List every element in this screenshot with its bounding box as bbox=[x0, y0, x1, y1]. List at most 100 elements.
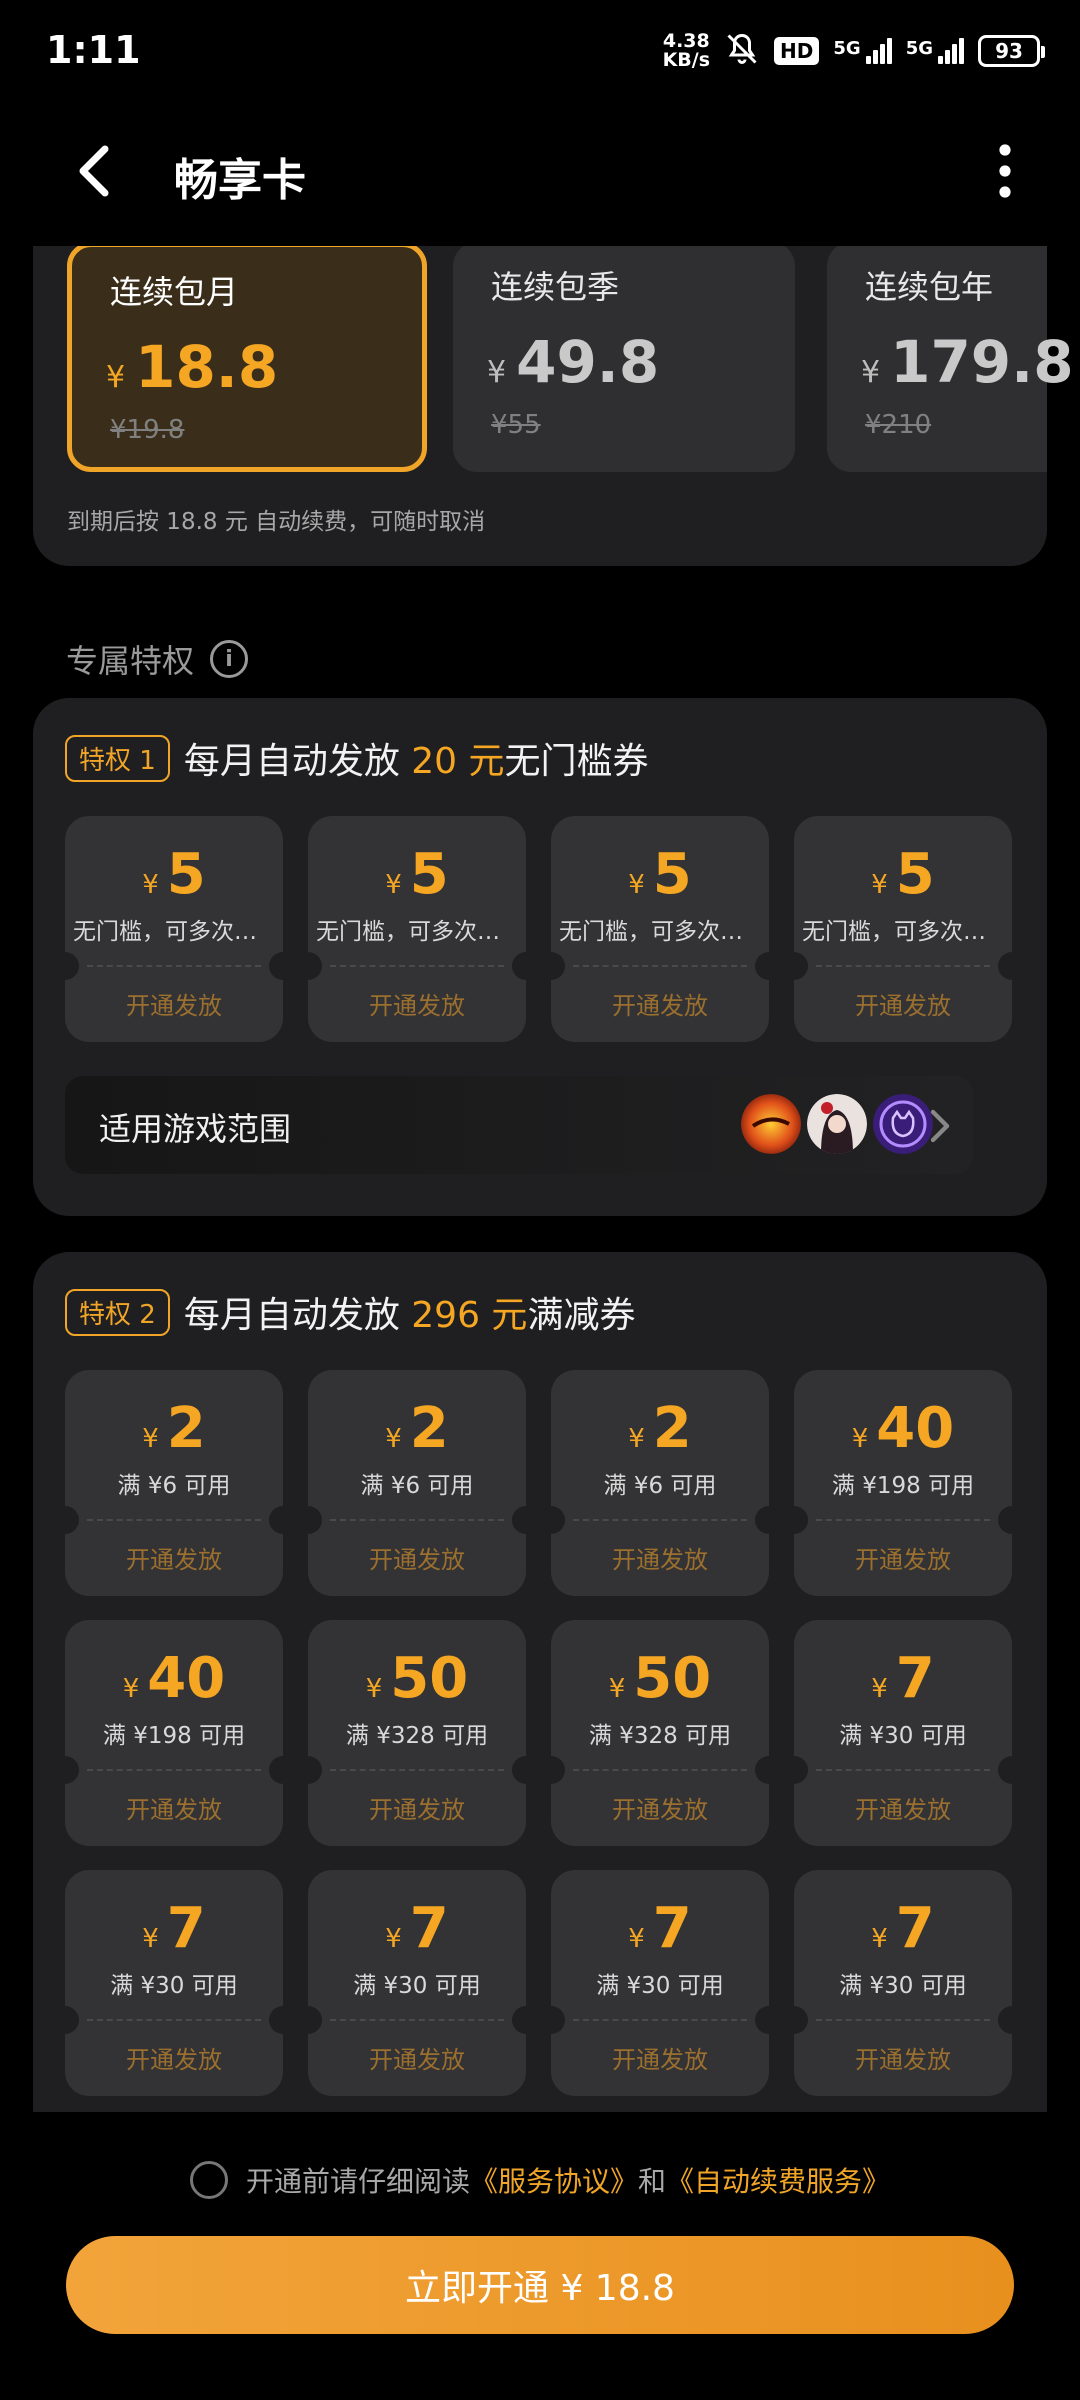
privilege-badge: 特权 2 bbox=[65, 1288, 170, 1336]
coupon-card[interactable]: ¥7 满 ¥30 可用 开通发放 bbox=[65, 1870, 283, 2096]
applicable-games-label: 适用游戏范围 bbox=[99, 1110, 292, 1148]
coupon-description: 满 ¥30 可用 bbox=[110, 1973, 238, 1999]
more-vertical-icon bbox=[999, 144, 1011, 198]
screen: 1:11 4.38 KB/s HD 5G 5G 93 畅享卡 连续包月 ¥ 18… bbox=[0, 0, 1080, 2400]
agreement-text: 开通前请仔细阅读《服务协议》和《自动续费服务》 bbox=[246, 2165, 891, 2198]
coupon-description: 满 ¥30 可用 bbox=[839, 1973, 967, 1999]
privilege-card-2: 特权 2 每月自动发放 296 元满减券 ¥2 满 ¥6 可用 开通发放 ¥2 … bbox=[33, 1252, 1047, 2112]
coupon-card[interactable]: ¥2 满 ¥6 可用 开通发放 bbox=[65, 1370, 283, 1596]
coupon-card[interactable]: ¥50 满 ¥328 可用 开通发放 bbox=[551, 1620, 769, 1846]
plan-price: ¥ 18.8 bbox=[106, 333, 279, 401]
signal-icon: 5G bbox=[833, 38, 892, 64]
app-header: 畅享卡 bbox=[0, 120, 1080, 220]
chevron-left-icon bbox=[79, 145, 109, 197]
coupon-card[interactable]: ¥5 无门槛，可多次使用 开通发放 bbox=[65, 816, 283, 1042]
plan-yearly[interactable]: 连续包年 ¥ 179.8 ¥210 bbox=[827, 246, 1074, 472]
coupon-description: 满 ¥30 可用 bbox=[839, 1723, 967, 1749]
plan-price: ¥ 179.8 bbox=[861, 328, 1074, 396]
plan-original-price: ¥19.8 bbox=[110, 415, 185, 445]
coupon-action: 开通发放 bbox=[612, 2046, 708, 2074]
coupon-description: 无门槛，可多次使用 bbox=[559, 919, 761, 945]
coupon-description: 满 ¥328 可用 bbox=[345, 1723, 489, 1749]
coupon-card[interactable]: ¥7 满 ¥30 可用 开通发放 bbox=[308, 1870, 526, 2096]
coupon-description: 满 ¥328 可用 bbox=[588, 1723, 732, 1749]
hd-voice-badge: HD bbox=[774, 37, 820, 65]
coupon-action: 开通发放 bbox=[369, 1546, 465, 1574]
agreement-checkbox[interactable] bbox=[190, 2161, 228, 2199]
plan-name: 连续包月 bbox=[110, 273, 239, 311]
coupon-description: 满 ¥6 可用 bbox=[117, 1473, 231, 1499]
coupon-description: 满 ¥30 可用 bbox=[353, 1973, 481, 1999]
plan-name: 连续包年 bbox=[865, 268, 994, 306]
plan-selector-card: 连续包月 ¥ 18.8 ¥19.8 连续包季 ¥ 49.8 ¥55 连续包年 ¥ bbox=[33, 246, 1074, 566]
coupon-action: 开通发放 bbox=[855, 992, 951, 1020]
plan-price: ¥ 49.8 bbox=[487, 328, 660, 396]
network-speed-unit: KB/s bbox=[662, 49, 711, 71]
coupon-description: 满 ¥198 可用 bbox=[831, 1473, 975, 1499]
coupon-action: 开通发放 bbox=[855, 1546, 951, 1574]
coupon-description: 无门槛，可多次使用 bbox=[802, 919, 1004, 945]
coupon-card[interactable]: ¥40 满 ¥198 可用 开通发放 bbox=[794, 1370, 1012, 1596]
plan-monthly[interactable]: 连续包月 ¥ 18.8 ¥19.8 bbox=[67, 246, 427, 472]
coupon-card[interactable]: ¥50 满 ¥328 可用 开通发放 bbox=[308, 1620, 526, 1846]
battery-icon: 93 bbox=[978, 35, 1045, 67]
coupon-action: 开通发放 bbox=[126, 1546, 222, 1574]
network-speed: 4.38 KB/s bbox=[663, 32, 710, 70]
status-time: 1:11 bbox=[46, 28, 141, 72]
coupon-description: 满 ¥6 可用 bbox=[603, 1473, 717, 1499]
battery-level: 93 bbox=[995, 39, 1023, 63]
plan-name: 连续包季 bbox=[491, 268, 620, 306]
mute-bell-icon bbox=[724, 31, 760, 71]
coupon-action: 开通发放 bbox=[369, 992, 465, 1020]
coupon-description: 无门槛，可多次使用 bbox=[73, 919, 275, 945]
coupon-card[interactable]: ¥7 满 ¥30 可用 开通发放 bbox=[794, 1620, 1012, 1846]
coupon-action: 开通发放 bbox=[126, 1796, 222, 1824]
game-icon-2 bbox=[807, 1094, 867, 1154]
privilege-badge: 特权 1 bbox=[65, 734, 170, 782]
status-icons: 4.38 KB/s HD 5G 5G 93 bbox=[663, 28, 1045, 74]
coupon-action: 开通发放 bbox=[855, 1796, 951, 1824]
plan-original-price: ¥55 bbox=[491, 410, 541, 440]
privilege-title: 每月自动发放 20 元无门槛券 bbox=[183, 741, 649, 782]
coupon-action: 开通发放 bbox=[855, 2046, 951, 2074]
agreement-row: 开通前请仔细阅读《服务协议》和《自动续费服务》 bbox=[190, 2160, 890, 2200]
applicable-games-row[interactable]: 适用游戏范围 bbox=[65, 1076, 973, 1174]
coupon-card[interactable]: ¥5 无门槛，可多次使用 开通发放 bbox=[308, 816, 526, 1042]
coupon-card[interactable]: ¥2 满 ¥6 可用 开通发放 bbox=[308, 1370, 526, 1596]
privilege-header: 特权 1 每月自动发放 20 元无门槛券 bbox=[65, 732, 649, 784]
subscribe-button[interactable]: 立即开通 ¥ 18.8 bbox=[66, 2236, 1014, 2334]
info-icon[interactable]: i bbox=[210, 640, 249, 678]
coupon-action: 开通发放 bbox=[612, 1796, 708, 1824]
auto-renew-note: 到期后按 18.8 元 自动续费，可随时取消 bbox=[67, 509, 486, 535]
coupon-card[interactable]: ¥5 无门槛，可多次使用 开通发放 bbox=[794, 816, 1012, 1042]
service-agreement-link[interactable]: 《服务协议》 bbox=[470, 2165, 638, 2198]
coupon-action: 开通发放 bbox=[612, 992, 708, 1020]
privilege-title: 每月自动发放 296 元满减券 bbox=[183, 1295, 636, 1336]
coupon-action: 开通发放 bbox=[369, 1796, 465, 1824]
coupon-action: 开通发放 bbox=[369, 2046, 465, 2074]
coupon-card[interactable]: ¥7 满 ¥30 可用 开通发放 bbox=[551, 1870, 769, 2096]
coupon-card[interactable]: ¥2 满 ¥6 可用 开通发放 bbox=[551, 1370, 769, 1596]
page-title: 畅享卡 bbox=[174, 155, 306, 206]
plan-quarterly[interactable]: 连续包季 ¥ 49.8 ¥55 bbox=[453, 246, 795, 472]
coupon-action: 开通发放 bbox=[126, 2046, 222, 2074]
coupon-card[interactable]: ¥5 无门槛，可多次使用 开通发放 bbox=[551, 816, 769, 1042]
back-button[interactable] bbox=[60, 136, 130, 206]
auto-renew-link[interactable]: 《自动续费服务》 bbox=[666, 2165, 890, 2198]
coupon-card[interactable]: ¥40 满 ¥198 可用 开通发放 bbox=[65, 1620, 283, 1846]
scroll-content[interactable]: 连续包月 ¥ 18.8 ¥19.8 连续包季 ¥ 49.8 ¥55 连续包年 ¥ bbox=[0, 246, 1080, 2112]
coupon-card[interactable]: ¥7 满 ¥30 可用 开通发放 bbox=[794, 1870, 1012, 2096]
section-title-text: 专属特权 bbox=[66, 642, 195, 680]
game-icon-1 bbox=[741, 1094, 801, 1154]
privilege-card-1: 特权 1 每月自动发放 20 元无门槛券 ¥5 无门槛，可多次使用 开通发放 ¥… bbox=[33, 698, 1047, 1216]
coupon-description: 满 ¥6 可用 bbox=[360, 1473, 474, 1499]
coupon-description: 满 ¥198 可用 bbox=[102, 1723, 246, 1749]
more-options-button[interactable] bbox=[970, 136, 1040, 206]
chevron-right-icon bbox=[930, 1109, 950, 1143]
coupon-action: 开通发放 bbox=[612, 1546, 708, 1574]
status-bar: 1:11 4.38 KB/s HD 5G 5G 93 bbox=[0, 0, 1080, 100]
plan-original-price: ¥210 bbox=[865, 410, 932, 440]
privilege-header: 特权 2 每月自动发放 296 元满减券 bbox=[65, 1286, 635, 1338]
coupon-action: 开通发放 bbox=[126, 992, 222, 1020]
signal-icon-2: 5G bbox=[906, 38, 964, 64]
